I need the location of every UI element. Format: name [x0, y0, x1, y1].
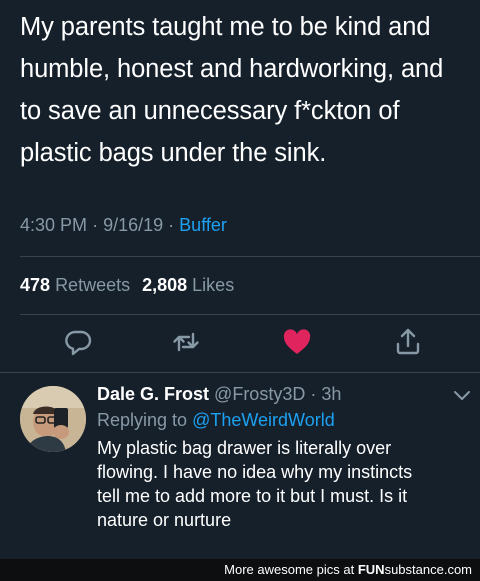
- retweet-icon: [173, 332, 199, 352]
- divider: [0, 372, 480, 373]
- divider: [20, 256, 480, 257]
- tweet-time[interactable]: 4:30 PM: [20, 215, 87, 235]
- reply-text-line: My plastic bag drawer is literally over: [97, 438, 392, 458]
- reply-author-name[interactable]: Dale G. Frost: [97, 384, 209, 404]
- reply-header: Dale G. Frost @Frosty3D · 3h: [97, 384, 341, 405]
- share-icon: [396, 328, 420, 355]
- tweet-stats: 478 Retweets 2,808 Likes: [20, 275, 234, 296]
- tweet-text-line: My parents taught me to be kind and: [20, 13, 431, 41]
- reply-text-line: nature or nurture: [97, 510, 232, 530]
- tweet-date[interactable]: 9/16/19: [103, 215, 163, 235]
- tweet-actions: [0, 326, 480, 358]
- tweet-text-line: to save an unnecessary f*ckton of: [20, 97, 400, 125]
- tweet-text-line: humble, honest and hardworking, and: [20, 55, 444, 83]
- reply-icon: [65, 330, 92, 356]
- tweet-timestamp: 4:30 PM · 9/16/19 · Buffer: [20, 215, 227, 236]
- reply-time[interactable]: 3h: [321, 384, 341, 404]
- divider: [20, 314, 480, 315]
- avatar-photo: [20, 386, 86, 452]
- likes-count: 2,808: [142, 275, 188, 295]
- chevron-down-icon[interactable]: [452, 388, 472, 402]
- like-button[interactable]: [281, 326, 313, 358]
- reply-author-handle[interactable]: @Frosty3D: [214, 384, 305, 404]
- retweets-stat[interactable]: 478 Retweets: [20, 275, 130, 295]
- likes-stat[interactable]: 2,808 Likes: [142, 275, 234, 295]
- retweet-button[interactable]: [170, 326, 202, 358]
- replying-to: Replying to @TheWeirdWorld: [97, 410, 335, 431]
- reply-button[interactable]: [62, 326, 94, 358]
- heart-icon: [283, 329, 311, 354]
- watermark-footer: More awesome pics at FUNsubstance.com: [0, 559, 480, 581]
- replying-to-handle[interactable]: @TheWeirdWorld: [192, 410, 335, 430]
- reply-text-line: flowing. I have no idea why my instincts: [97, 462, 413, 482]
- meta-separator: ·: [168, 215, 175, 235]
- footer-brand: FUNsubstance.com: [357, 562, 472, 577]
- tweet-text: My parents taught me to be kind and humb…: [20, 6, 470, 174]
- reply-text-line: tell me to add more to it but I must. Is…: [97, 486, 408, 506]
- meta-separator: ·: [92, 215, 99, 235]
- tweet-text-line: plastic bags under the sink.: [20, 139, 327, 167]
- footer-prefix: More awesome pics at: [224, 562, 355, 577]
- likes-label: Likes: [192, 275, 235, 295]
- avatar[interactable]: [20, 386, 86, 452]
- retweets-label: Retweets: [55, 275, 131, 295]
- retweets-count: 478: [20, 275, 51, 295]
- tweet-source-link[interactable]: Buffer: [179, 215, 227, 235]
- meta-separator: ·: [310, 384, 317, 404]
- replying-to-label: Replying to: [97, 410, 188, 430]
- reply-text: My plastic bag drawer is literally over …: [97, 436, 467, 532]
- share-button[interactable]: [392, 326, 424, 358]
